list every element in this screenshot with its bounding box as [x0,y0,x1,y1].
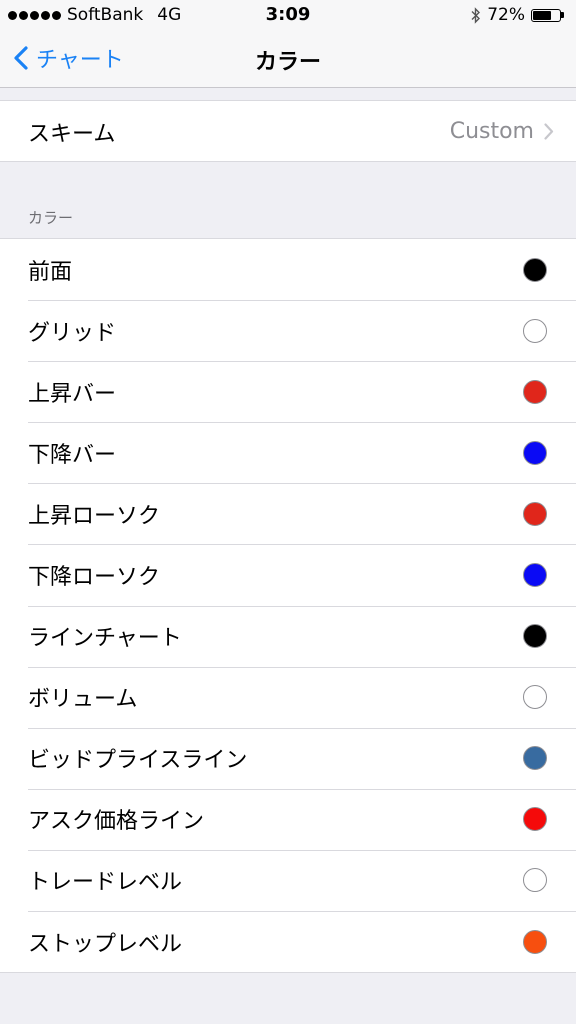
scheme-value: Custom [449,119,534,144]
battery-level [533,10,552,20]
colors-section-header: カラー [28,209,74,227]
color-swatch[interactable] [523,746,547,771]
color-swatch[interactable] [523,929,547,954]
color-row-label: グリッド [28,320,117,346]
color-swatch[interactable] [523,440,547,465]
color-row[interactable]: 前面 [0,239,576,300]
scheme-label: スキーム [28,121,116,147]
bluetooth-icon [471,6,481,24]
color-row-label: トレードレベル [28,870,183,896]
color-row[interactable]: ストップレベル [0,911,576,972]
color-row[interactable]: 上昇バー [0,361,576,422]
color-swatch[interactable] [523,807,547,832]
color-swatch[interactable] [523,257,547,282]
color-row[interactable]: ビッドプライスライン [0,727,576,789]
navigation-bar: チャート カラー [0,30,576,88]
color-row[interactable]: ラインチャート [0,605,576,667]
color-row-label: 上昇ローソク [28,503,161,529]
color-row[interactable]: 下降ローソク [0,544,576,605]
color-row-label: ストップレベル [28,931,183,957]
color-row-label: アスク価格ライン [28,809,205,835]
scheme-row[interactable]: スキーム Custom [0,101,576,162]
color-row[interactable]: トレードレベル [0,849,576,911]
color-row-label: 上昇バー [28,381,117,407]
status-bar: SoftBank 4G 3:09 72% [0,0,576,30]
color-row-label: 下降バー [28,442,117,468]
battery-icon [531,8,564,22]
page-title: カラー [254,50,321,75]
chevron-right-icon [544,123,554,140]
colors-list: 前面グリッド上昇バー下降バー上昇ローソク 下降ローソク ラインチャート ボリュームビッ… [0,238,576,974]
battery-percent: 72% [487,5,525,25]
color-swatch[interactable] [523,624,547,649]
color-row-label: ビッドプライスライン [28,748,248,774]
color-swatch[interactable] [523,563,547,588]
color-row[interactable]: グリッド [0,300,576,361]
color-swatch[interactable] [523,868,547,893]
color-row[interactable]: ボリューム [0,666,576,728]
color-row-label: ラインチャート [28,626,182,652]
color-row-label: 下降ローソク [28,565,161,591]
color-row-label: 前面 [28,259,73,285]
color-row[interactable]: アスク価格ライン [0,788,576,850]
color-swatch[interactable] [523,501,547,526]
color-row[interactable]: 下降バー [0,422,576,483]
color-swatch[interactable] [523,379,547,404]
color-swatch[interactable] [523,685,547,710]
color-row-label: ボリューム [28,687,138,713]
status-right: 72% [471,5,564,25]
color-swatch[interactable] [523,318,547,343]
color-row[interactable]: 上昇ローソク [0,483,576,544]
scheme-group: スキーム Custom [0,100,576,162]
